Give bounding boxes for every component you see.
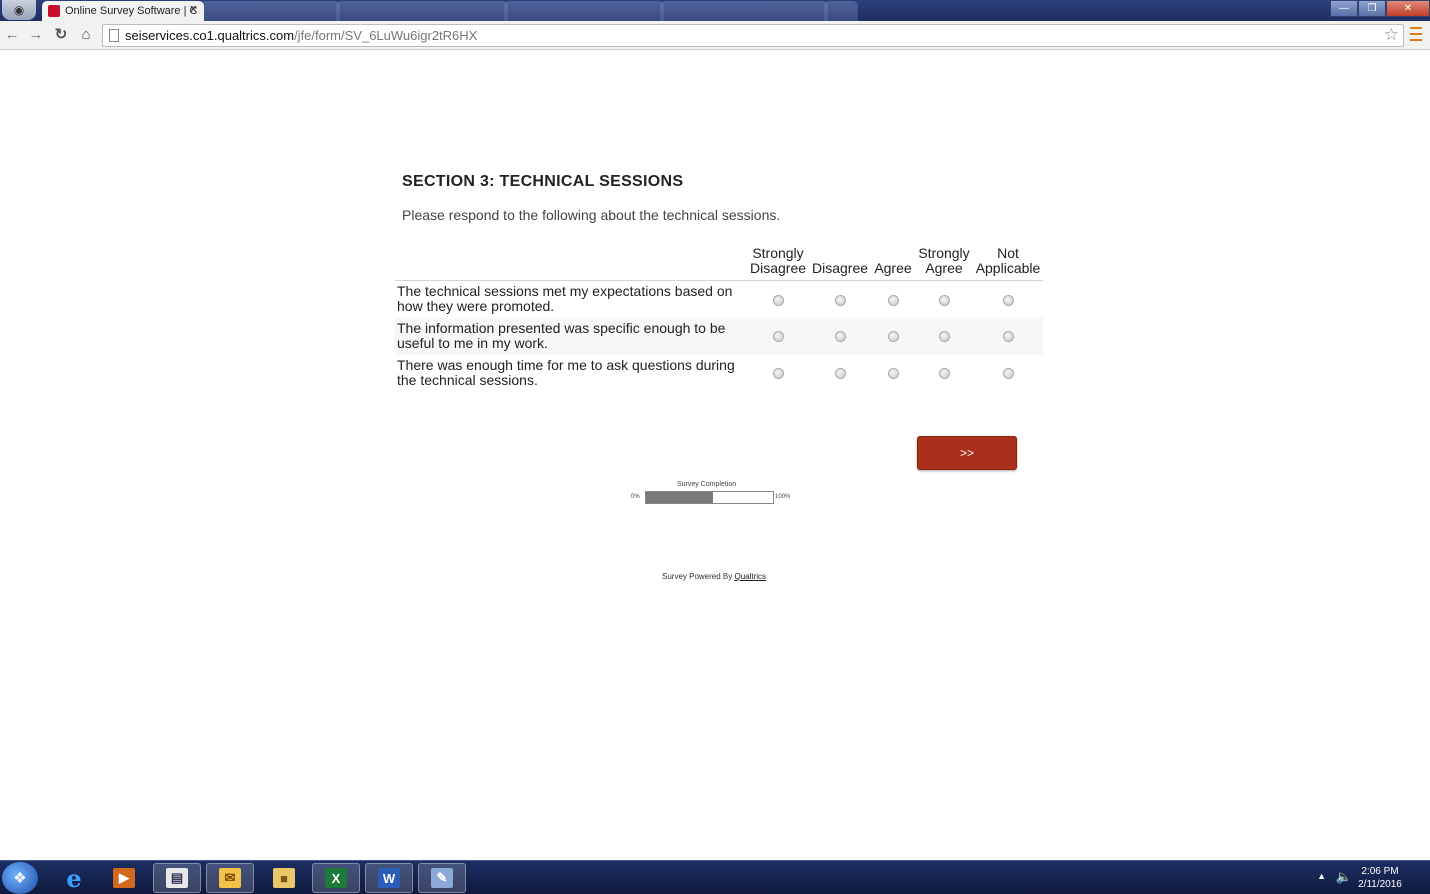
radio-strongly-disagree[interactable] [772, 331, 784, 343]
radio-strongly-agree[interactable] [938, 368, 950, 380]
system-tray: ▲ 🔈 2:06 PM 2/11/2016 [1300, 861, 1430, 894]
radio-strongly-agree[interactable] [938, 294, 950, 306]
show-hidden-icons-icon[interactable]: ▲ [1317, 871, 1326, 881]
radio-agree[interactable] [887, 294, 899, 306]
matrix-header-row: Strongly Disagree Disagree Agree Strongly… [395, 246, 1043, 281]
radio-strongly-agree[interactable] [938, 331, 950, 343]
internet-explorer-icon[interactable]: e [50, 863, 98, 893]
address-bar[interactable]: seiservices.co1.qualtrics.com/jfe/form/S… [102, 24, 1404, 47]
radio-strongly-disagree[interactable] [772, 294, 784, 306]
section-title: SECTION 3: TECHNICAL SESSIONS [402, 173, 684, 190]
tab-background-4[interactable] [660, 1, 828, 21]
qualtrics-link[interactable]: Qualtrics [734, 572, 766, 581]
tab-background-2[interactable] [336, 1, 508, 21]
qualtrics-favicon-icon [48, 5, 60, 17]
window-controls: — ❐ ✕ [1330, 0, 1430, 17]
start-button-icon[interactable]: ❖ [2, 862, 38, 894]
close-tab-icon[interactable]: ✕ [189, 3, 198, 16]
clock-time: 2:06 PM [1361, 866, 1399, 877]
radio-disagree[interactable] [834, 294, 846, 306]
likert-matrix: Strongly Disagree Disagree Agree Strongly… [395, 246, 1043, 392]
statement-label: The technical sessions met my expectatio… [397, 283, 733, 315]
window-app-icon[interactable]: ▤ [153, 863, 201, 893]
progress-label: Survey Completion [677, 481, 737, 488]
statement-label: The information presented was specific e… [395, 317, 747, 355]
progress-fill [646, 492, 714, 503]
home-icon[interactable]: ⌂ [76, 26, 96, 44]
radio-strongly-disagree[interactable] [772, 368, 784, 380]
back-icon[interactable]: ← [2, 26, 22, 44]
matrix-header-blank [395, 246, 747, 281]
windows-taskbar: ❖ e ▶ ▤ ✉ ■ X W ✎ ▲ 🔈 2:06 PM 2/11/2016 [0, 860, 1430, 894]
matrix-row: The information presented was specific e… [395, 317, 1043, 355]
column-header: Agree [874, 260, 912, 276]
radio-agree[interactable] [887, 368, 899, 380]
clock[interactable]: 2:06 PM 2/11/2016 [1350, 865, 1410, 891]
reload-icon[interactable]: ↻ [51, 26, 71, 44]
file-explorer-icon[interactable]: ■ [260, 863, 308, 893]
matrix-row: There was enough time for me to ask ques… [395, 355, 1043, 392]
media-player-icon[interactable]: ▶ [100, 863, 148, 893]
browser-tabstrip: ◉ Online Survey Software | C ✕ — ❐ ✕ [0, 0, 1430, 21]
column-header: Strongly Disagree [749, 245, 807, 276]
radio-disagree[interactable] [834, 331, 846, 343]
outlook-icon[interactable]: ✉ [206, 863, 254, 893]
word-icon[interactable]: W [365, 863, 413, 893]
page-icon [109, 29, 119, 42]
progress-max-label: 100% [775, 494, 791, 500]
next-button[interactable]: >> [917, 436, 1017, 470]
statement-label: There was enough time for me to ask ques… [397, 357, 735, 388]
new-tab-button[interactable] [824, 1, 858, 21]
powered-by-footer: Survey Powered By Qualtrics [662, 572, 766, 581]
footer-text: Survey Powered By [662, 572, 735, 581]
minimize-icon[interactable]: — [1330, 0, 1358, 17]
url-text: seiservices.co1.qualtrics.com/jfe/form/S… [125, 28, 478, 43]
profile-avatar-icon[interactable]: ◉ [2, 0, 36, 20]
forward-icon[interactable]: → [26, 26, 46, 44]
progress-bar [645, 491, 774, 504]
radio-not-applicable[interactable] [1002, 294, 1014, 306]
progress-min-label: 0% [631, 494, 640, 500]
matrix-row: The technical sessions met my expectatio… [395, 281, 1043, 318]
question-intro: Please respond to the following about th… [402, 207, 781, 223]
column-header: Not Applicable [975, 245, 1041, 276]
paint-icon[interactable]: ✎ [418, 863, 466, 893]
tab-title: Online Survey Software | C [65, 5, 198, 17]
radio-not-applicable[interactable] [1002, 368, 1014, 380]
tab-online-survey[interactable]: Online Survey Software | C ✕ [42, 1, 204, 21]
column-header: Strongly Agree [918, 245, 970, 276]
tab-background-3[interactable] [504, 1, 664, 21]
close-window-icon[interactable]: ✕ [1386, 0, 1430, 17]
bookmark-star-icon[interactable]: ☆ [1384, 25, 1399, 45]
radio-agree[interactable] [887, 331, 899, 343]
browser-menu-icon[interactable] [1410, 27, 1422, 41]
excel-icon[interactable]: X [312, 863, 360, 893]
browser-toolbar: ← → ↻ ⌂ seiservices.co1.qualtrics.com/jf… [0, 21, 1430, 50]
column-header: Disagree [811, 260, 869, 276]
radio-not-applicable[interactable] [1002, 331, 1014, 343]
restore-icon[interactable]: ❐ [1358, 0, 1386, 17]
clock-date: 2/11/2016 [1358, 879, 1402, 890]
radio-disagree[interactable] [834, 368, 846, 380]
tab-background-1[interactable] [200, 1, 340, 21]
